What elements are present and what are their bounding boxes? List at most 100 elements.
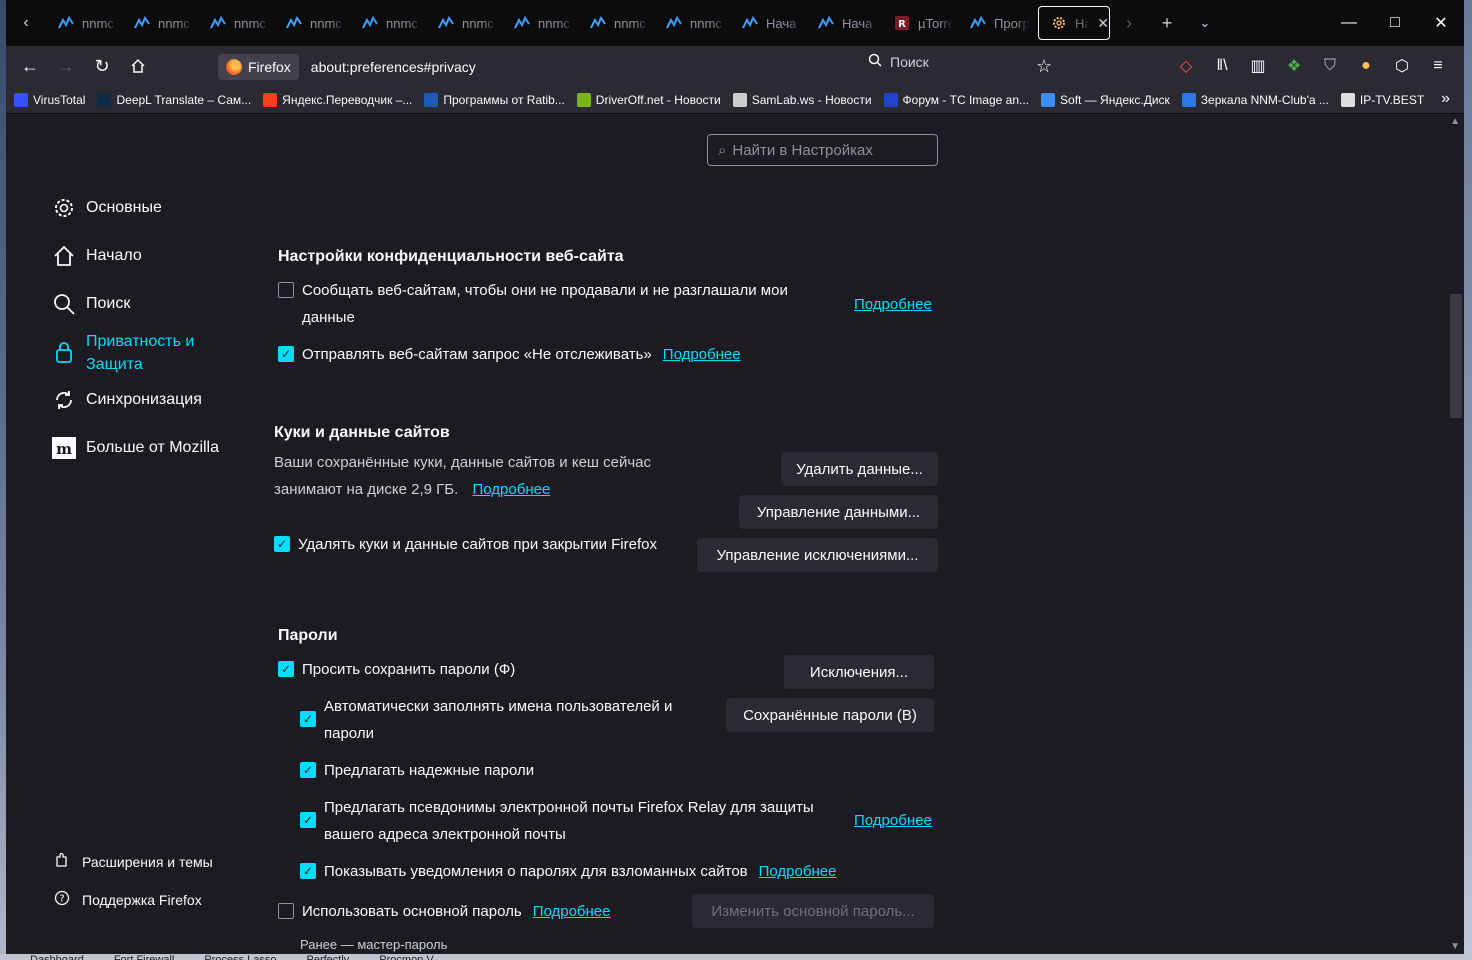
- sidebar-icon[interactable]: ▥: [1240, 56, 1276, 76]
- sidebar-item-mozilla[interactable]: m Больше от Mozilla: [52, 436, 219, 460]
- suggest-strong-checkbox[interactable]: ✓: [300, 762, 316, 778]
- primary-password-row[interactable]: Использовать основной пароль Подробнее: [278, 898, 611, 925]
- breach-alerts-checkbox[interactable]: ✓: [300, 863, 316, 879]
- breach-alerts-row[interactable]: ✓ Показывать уведомления о паролях для в…: [300, 858, 836, 885]
- pocket-icon[interactable]: ◇: [1168, 56, 1204, 76]
- tab-item[interactable]: nnmc: [578, 6, 654, 40]
- breach-learn-more-link[interactable]: Подробнее: [759, 858, 837, 885]
- tab-item[interactable]: nnmc: [46, 6, 122, 40]
- page-scrollbar[interactable]: ▲ ▼: [1448, 114, 1464, 954]
- bookmark-item[interactable]: VirusTotal: [14, 92, 85, 107]
- delete-on-close-row[interactable]: ✓ Удалять куки и данные сайтов при закры…: [274, 531, 657, 558]
- sidebar-item-sync[interactable]: Синхронизация: [52, 388, 202, 412]
- change-primary-password-button[interactable]: Изменить основной пароль...: [692, 894, 934, 928]
- scroll-up-icon[interactable]: ▲: [1450, 116, 1460, 127]
- bookmark-item[interactable]: Программы от Ratib...: [424, 92, 565, 107]
- sidebar-item-label: Больше от Mozilla: [86, 439, 220, 456]
- sidebar-item-privacy[interactable]: Приватность и Защита: [52, 330, 216, 376]
- clear-data-button[interactable]: Удалить данные...: [781, 452, 938, 486]
- relay-checkbox[interactable]: ✓: [300, 812, 316, 828]
- sidebar-extensions-link[interactable]: Расширения и темы: [54, 852, 213, 871]
- url-bar[interactable]: Firefox about:preferences#privacy ☆: [218, 52, 1108, 82]
- tab-item[interactable]: nnmc: [122, 6, 198, 40]
- library-icon[interactable]: ‖\: [1204, 57, 1240, 75]
- tabs-scroll-right-button[interactable]: ›: [1110, 0, 1148, 46]
- extension-colorful-icon[interactable]: ❖: [1276, 56, 1312, 76]
- preferences-search-input[interactable]: ⌕ Найти в Настройках: [707, 134, 938, 166]
- tabs-scroll-left-button[interactable]: ‹: [6, 0, 46, 46]
- relay-learn-more-link[interactable]: Подробнее: [854, 812, 932, 829]
- profile-extension-icon[interactable]: ●: [1348, 57, 1384, 75]
- bookmark-item[interactable]: SamLab.ws - Новости: [732, 92, 872, 107]
- autofill-row[interactable]: ✓ Автоматически заполнять имена пользова…: [300, 693, 700, 747]
- delete-on-close-checkbox[interactable]: ✓: [274, 536, 290, 552]
- menu-icon[interactable]: ≡: [1420, 57, 1456, 75]
- maximize-button[interactable]: □: [1372, 0, 1418, 46]
- search-box[interactable]: Поиск: [868, 53, 929, 70]
- tab-item[interactable]: nnmc: [198, 6, 274, 40]
- tab-item[interactable]: nnmc: [350, 6, 426, 40]
- close-tab-icon[interactable]: ✕: [1097, 15, 1109, 32]
- primary-learn-more-link[interactable]: Подробнее: [533, 898, 611, 925]
- reload-button[interactable]: ↻: [84, 50, 120, 82]
- bookmark-item[interactable]: IP-TV.BEST: [1340, 92, 1424, 107]
- primary-password-label: Использовать основной пароль: [302, 903, 522, 920]
- scroll-thumb[interactable]: [1450, 294, 1462, 418]
- tab-item[interactable]: Нача: [806, 6, 882, 40]
- relay-row[interactable]: ✓ Предлагать псевдонимы электронной почт…: [300, 794, 830, 848]
- tab-item[interactable]: nnmc: [502, 6, 578, 40]
- saved-passwords-button[interactable]: Сохранённые пароли (В): [726, 698, 934, 732]
- scroll-down-icon[interactable]: ▼: [1450, 941, 1460, 952]
- suggest-strong-row[interactable]: ✓ Предлагать надежные пароли: [300, 757, 534, 784]
- home-button[interactable]: [120, 50, 156, 82]
- svg-text:m: m: [56, 440, 72, 458]
- shield-extension-icon[interactable]: ⛉: [1312, 57, 1348, 75]
- ask-save-row[interactable]: ✓ Просить сохранить пароли (Ф): [278, 656, 515, 683]
- bookmark-star-icon[interactable]: ☆: [1036, 56, 1052, 77]
- dnt-learn-more-link[interactable]: Подробнее: [663, 341, 741, 368]
- bookmarks-overflow-icon[interactable]: »: [1441, 90, 1450, 108]
- bookmark-item[interactable]: Soft — Яндекс.Диск: [1041, 92, 1170, 107]
- tab-item[interactable]: nnmc: [274, 6, 350, 40]
- forward-button[interactable]: →: [48, 50, 84, 82]
- tab-title: nnmc: [538, 15, 570, 31]
- identity-box[interactable]: Firefox: [218, 54, 299, 80]
- new-tab-button[interactable]: +: [1148, 0, 1186, 46]
- sidebar-item-home[interactable]: Начало: [52, 244, 142, 268]
- url-text[interactable]: about:preferences#privacy: [311, 59, 476, 75]
- manage-data-button[interactable]: Управление данными...: [739, 495, 938, 529]
- dnt-checkbox-row[interactable]: ✓ Отправлять веб-сайтам запрос «Не отсле…: [278, 341, 741, 368]
- bookmark-favicon-icon: [97, 92, 112, 107]
- manage-exceptions-button[interactable]: Управление исключениями...: [697, 538, 938, 572]
- list-all-tabs-button[interactable]: ⌄: [1186, 0, 1224, 46]
- dnt-checkbox[interactable]: ✓: [278, 346, 294, 362]
- minimize-button[interactable]: —: [1326, 0, 1372, 46]
- bookmark-item[interactable]: DriverOff.net - Новости: [576, 92, 721, 107]
- bookmark-favicon-icon: [732, 92, 747, 107]
- cookies-learn-more-link[interactable]: Подробнее: [473, 481, 551, 498]
- sidebar-item-search[interactable]: Поиск: [52, 292, 130, 316]
- back-button[interactable]: ←: [12, 50, 48, 82]
- gpc-checkbox[interactable]: [278, 282, 294, 298]
- tab-item[interactable]: nnmc: [426, 6, 502, 40]
- close-window-button[interactable]: ✕: [1418, 0, 1464, 46]
- tab-item[interactable]: Нача: [730, 6, 806, 40]
- tab-item[interactable]: Прогр: [958, 6, 1034, 40]
- suggest-strong-label: Предлагать надежные пароли: [324, 762, 535, 779]
- bookmark-item[interactable]: Форум - TC Image an...: [883, 92, 1029, 107]
- ask-save-checkbox[interactable]: ✓: [278, 661, 294, 677]
- extensions-icon[interactable]: ⬡: [1384, 56, 1420, 76]
- sidebar-item-general[interactable]: Основные: [52, 196, 162, 220]
- gpc-checkbox-row[interactable]: Сообщать веб-сайтам, чтобы они не продав…: [278, 277, 798, 331]
- tab-item[interactable]: RµTorre: [882, 6, 958, 40]
- password-exceptions-button[interactable]: Исключения...: [784, 655, 934, 689]
- tab-settings-active[interactable]: На ✕: [1038, 6, 1110, 40]
- bookmark-item[interactable]: DeepL Translate – Сам...: [97, 92, 251, 107]
- bookmark-item[interactable]: Зеркала NNM-Club'a ...: [1181, 92, 1329, 107]
- gpc-learn-more-link[interactable]: Подробнее: [854, 296, 932, 313]
- autofill-checkbox[interactable]: ✓: [300, 711, 316, 727]
- tab-item[interactable]: nnmc: [654, 6, 730, 40]
- bookmark-item[interactable]: Яндекс.Переводчик –...: [263, 92, 412, 107]
- primary-password-checkbox[interactable]: [278, 903, 294, 919]
- sidebar-support-link[interactable]: ? Поддержка Firefox: [54, 890, 202, 909]
